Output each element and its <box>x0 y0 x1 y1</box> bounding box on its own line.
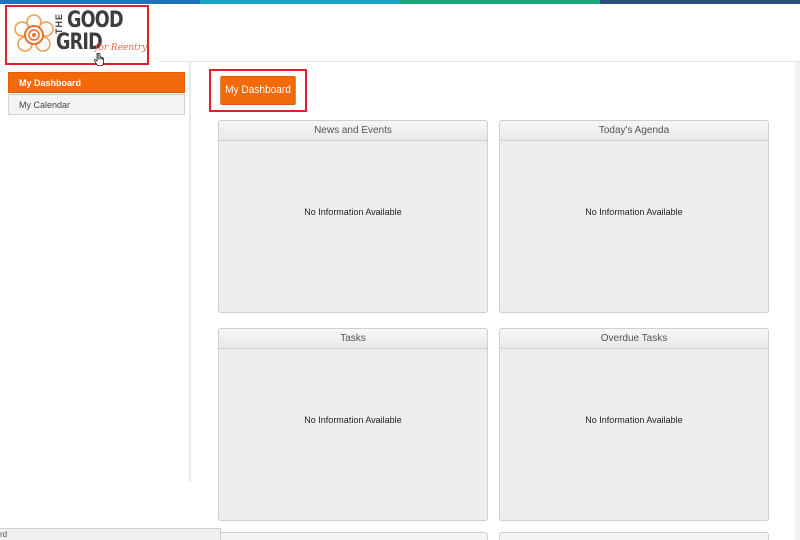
panel-empty-message: No Information Available <box>585 207 683 217</box>
header-divider <box>158 61 800 62</box>
top-bar-segment <box>400 0 600 4</box>
sidebar-nav: My Dashboard My Calendar <box>8 72 185 116</box>
sidebar-divider <box>189 62 191 482</box>
flower-logo-icon <box>14 14 54 52</box>
panel-title: Tasks <box>219 329 487 349</box>
status-bar: rd <box>0 528 221 540</box>
news-events-panel: News and Events No Information Available <box>218 120 488 313</box>
hand-pointer-icon <box>93 53 104 66</box>
panel-title: Overdue Tasks <box>500 329 768 349</box>
logo-tagline: for Reentry <box>95 43 148 53</box>
panel-empty-message: No Information Available <box>304 415 402 425</box>
top-bar-segment <box>0 0 200 4</box>
top-bar-segment <box>200 0 400 4</box>
panel-empty-message: No Information Available <box>304 207 402 217</box>
todays-agenda-panel: Today's Agenda No Information Available <box>499 120 769 313</box>
panel-title: News and Events <box>219 121 487 141</box>
top-bar-segment <box>600 0 800 4</box>
top-accent-bar <box>0 0 800 4</box>
panel-partial <box>499 532 769 540</box>
status-text: rd <box>0 530 8 539</box>
tasks-panel: Tasks No Information Available <box>218 328 488 521</box>
page-scrollbar[interactable] <box>795 62 800 540</box>
panel-title: Today's Agenda <box>500 121 768 141</box>
dashboard-button-highlight: My Dashboard <box>209 69 307 112</box>
sidebar-item-my-dashboard[interactable]: My Dashboard <box>8 72 185 93</box>
overdue-tasks-panel: Overdue Tasks No Information Available <box>499 328 769 521</box>
panel-empty-message: No Information Available <box>585 415 683 425</box>
my-dashboard-button[interactable]: My Dashboard <box>220 76 296 105</box>
sidebar-item-my-calendar[interactable]: My Calendar <box>8 94 185 115</box>
panel-partial <box>218 532 488 540</box>
logo-link[interactable]: THE GOOD GRID for Reentry <box>5 5 149 66</box>
